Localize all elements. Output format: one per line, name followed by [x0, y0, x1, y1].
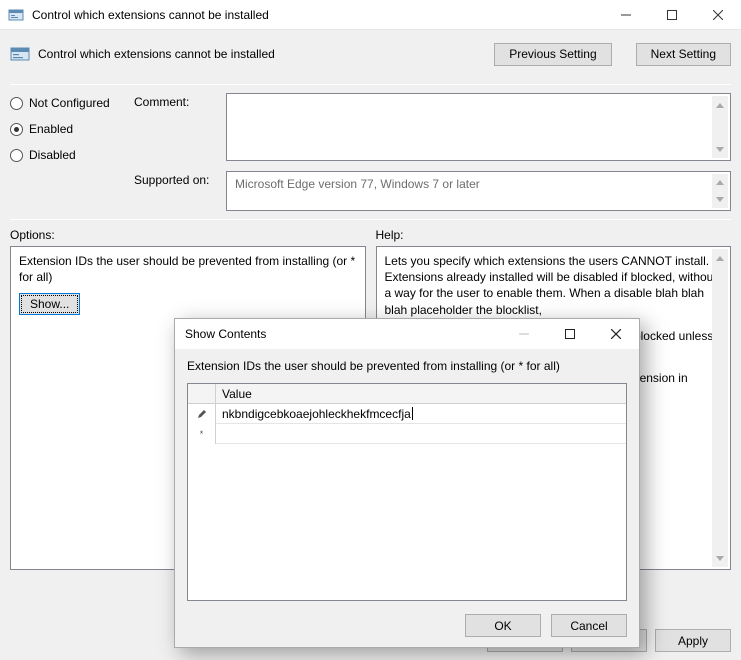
edit-indicator-icon [188, 404, 216, 424]
radio-label: Disabled [29, 148, 76, 162]
scroll-up-icon[interactable] [712, 96, 728, 114]
previous-setting-button[interactable]: Previous Setting [494, 43, 611, 66]
comment-input[interactable] [226, 93, 731, 161]
page-title: Control which extensions cannot be insta… [38, 47, 275, 61]
scroll-up-icon[interactable] [712, 249, 728, 267]
dialog-title: Show Contents [185, 327, 501, 341]
ok-button[interactable]: OK [465, 614, 541, 637]
row-header-column[interactable] [188, 384, 216, 403]
scroll-down-icon[interactable] [712, 140, 728, 158]
radio-disabled[interactable]: Disabled [10, 147, 134, 163]
radio-not-configured[interactable]: Not Configured [10, 95, 134, 111]
supported-on-value: Microsoft Edge version 77, Windows 7 or … [226, 171, 731, 211]
close-button[interactable] [695, 0, 741, 30]
supported-on-label: Supported on: [134, 171, 226, 211]
dialog-description: Extension IDs the user should be prevent… [187, 359, 627, 373]
policy-icon [10, 44, 30, 64]
table-row[interactable]: * [188, 424, 626, 444]
value-column-header[interactable]: Value [216, 384, 626, 403]
options-description: Extension IDs the user should be prevent… [19, 253, 357, 285]
table-row[interactable]: nkbndigcebkoaejohleckhekfmcecfja [188, 404, 626, 424]
scroll-down-icon[interactable] [712, 549, 728, 567]
scrollbar[interactable] [712, 96, 728, 158]
next-setting-button[interactable]: Next Setting [636, 43, 731, 66]
radio-enabled[interactable]: Enabled [10, 121, 134, 137]
scrollbar[interactable] [712, 249, 728, 567]
show-contents-dialog: Show Contents Extension IDs the user sho… [174, 318, 640, 648]
maximize-button[interactable] [649, 0, 695, 30]
close-button[interactable] [593, 319, 639, 349]
new-row-indicator-icon: * [188, 424, 216, 444]
window-title: Control which extensions cannot be insta… [32, 8, 603, 22]
minimize-button[interactable] [501, 319, 547, 349]
text-caret [412, 407, 413, 420]
help-label: Help: [376, 224, 732, 246]
scroll-up-icon[interactable] [712, 174, 728, 191]
scrollbar[interactable] [712, 174, 728, 208]
maximize-button[interactable] [547, 319, 593, 349]
scroll-down-icon[interactable] [712, 191, 728, 208]
radio-label: Not Configured [29, 96, 110, 110]
policy-icon [8, 7, 24, 23]
comment-label: Comment: [134, 93, 226, 163]
value-cell[interactable] [216, 424, 626, 444]
value-table[interactable]: Value nkbndigcebkoaejohleckhekfmcecfja * [187, 383, 627, 601]
help-text: Lets you specify which extensions the us… [385, 253, 723, 318]
radio-label: Enabled [29, 122, 73, 136]
show-button[interactable]: Show... [19, 293, 80, 315]
options-label: Options: [10, 224, 366, 246]
value-cell[interactable]: nkbndigcebkoaejohleckhekfmcecfja [216, 404, 626, 424]
apply-button[interactable]: Apply [655, 629, 731, 652]
minimize-button[interactable] [603, 0, 649, 30]
cancel-button[interactable]: Cancel [551, 614, 627, 637]
